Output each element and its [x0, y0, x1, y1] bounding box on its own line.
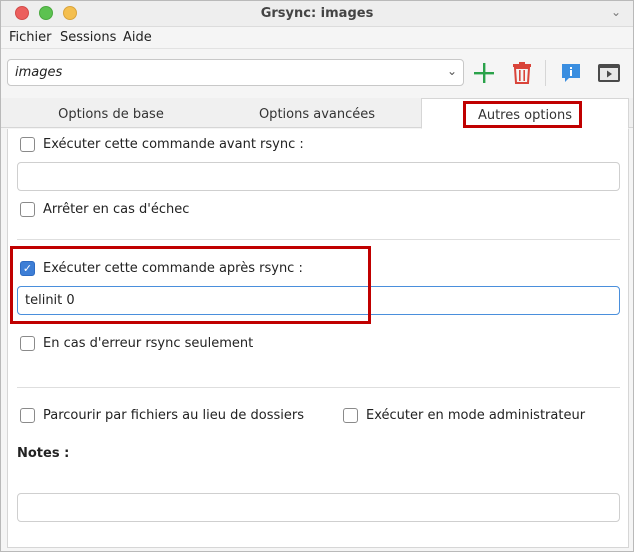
browse-files-option[interactable]: Parcourir par fichiers au lieu de dossie…	[20, 408, 304, 423]
session-value: images	[15, 65, 63, 80]
before-cmd-checkbox[interactable]	[20, 137, 35, 152]
browse-files-checkbox[interactable]	[20, 408, 35, 423]
section-divider	[17, 239, 620, 240]
stop-on-fail-label: Arrêter en cas d'échec	[43, 202, 190, 217]
run-as-admin-option[interactable]: Exécuter en mode administrateur	[343, 408, 585, 423]
info-bubble-icon	[562, 64, 580, 82]
session-combobox[interactable]: images ⌄	[7, 59, 464, 86]
menu-aide[interactable]: Aide	[123, 30, 152, 45]
toolbar-separator	[545, 60, 546, 86]
notes-input[interactable]	[17, 493, 620, 522]
stop-on-fail-checkbox[interactable]	[20, 202, 35, 217]
tab-options-avancees[interactable]: Options avancées	[215, 98, 419, 128]
browse-files-label: Parcourir par fichiers au lieu de dossie…	[43, 408, 304, 423]
run-button[interactable]	[595, 59, 623, 87]
before-cmd-input[interactable]	[17, 162, 620, 191]
stop-on-fail-option[interactable]: Arrêter en cas d'échec	[20, 202, 189, 217]
before-cmd-option[interactable]: Exécuter cette commande avant rsync :	[20, 137, 304, 152]
menu-bar: Fichier Sessions Aide	[1, 27, 633, 49]
rsync-error-only-checkbox[interactable]	[20, 336, 35, 351]
play-terminal-icon	[598, 64, 620, 82]
delete-session-button[interactable]	[508, 59, 536, 87]
run-as-admin-label: Exécuter en mode administrateur	[366, 408, 586, 423]
after-cmd-highlight-box	[10, 246, 371, 324]
toolbar: images ⌄	[1, 50, 633, 96]
plus-icon	[474, 63, 494, 83]
menu-fichier[interactable]: Fichier	[9, 30, 52, 45]
tab-panel-autres-options: Exécuter cette commande avant rsync : Ar…	[7, 129, 629, 548]
chevron-down-icon: ⌄	[446, 64, 457, 78]
window-title: Grsync: images	[260, 6, 374, 21]
before-cmd-label: Exécuter cette commande avant rsync :	[43, 137, 304, 152]
rsync-error-only-option[interactable]: En cas d'erreur rsync seulement	[20, 336, 253, 351]
add-session-button[interactable]	[470, 59, 498, 87]
tab-highlight-box	[463, 101, 582, 128]
trash-icon	[513, 62, 531, 84]
app-window: Grsync: images ⌄ Fichier Sessions Aide i…	[0, 0, 634, 552]
notes-label: Notes :	[17, 446, 70, 461]
tab-options-de-base[interactable]: Options de base	[9, 98, 213, 128]
chevron-down-icon[interactable]: ⌄	[611, 5, 621, 19]
menu-sessions[interactable]: Sessions	[60, 30, 116, 45]
rsync-error-only-label: En cas d'erreur rsync seulement	[43, 336, 254, 351]
title-bar: Grsync: images ⌄	[1, 1, 633, 27]
info-button[interactable]	[557, 59, 585, 87]
section-divider	[17, 387, 620, 388]
run-as-admin-checkbox[interactable]	[343, 408, 358, 423]
